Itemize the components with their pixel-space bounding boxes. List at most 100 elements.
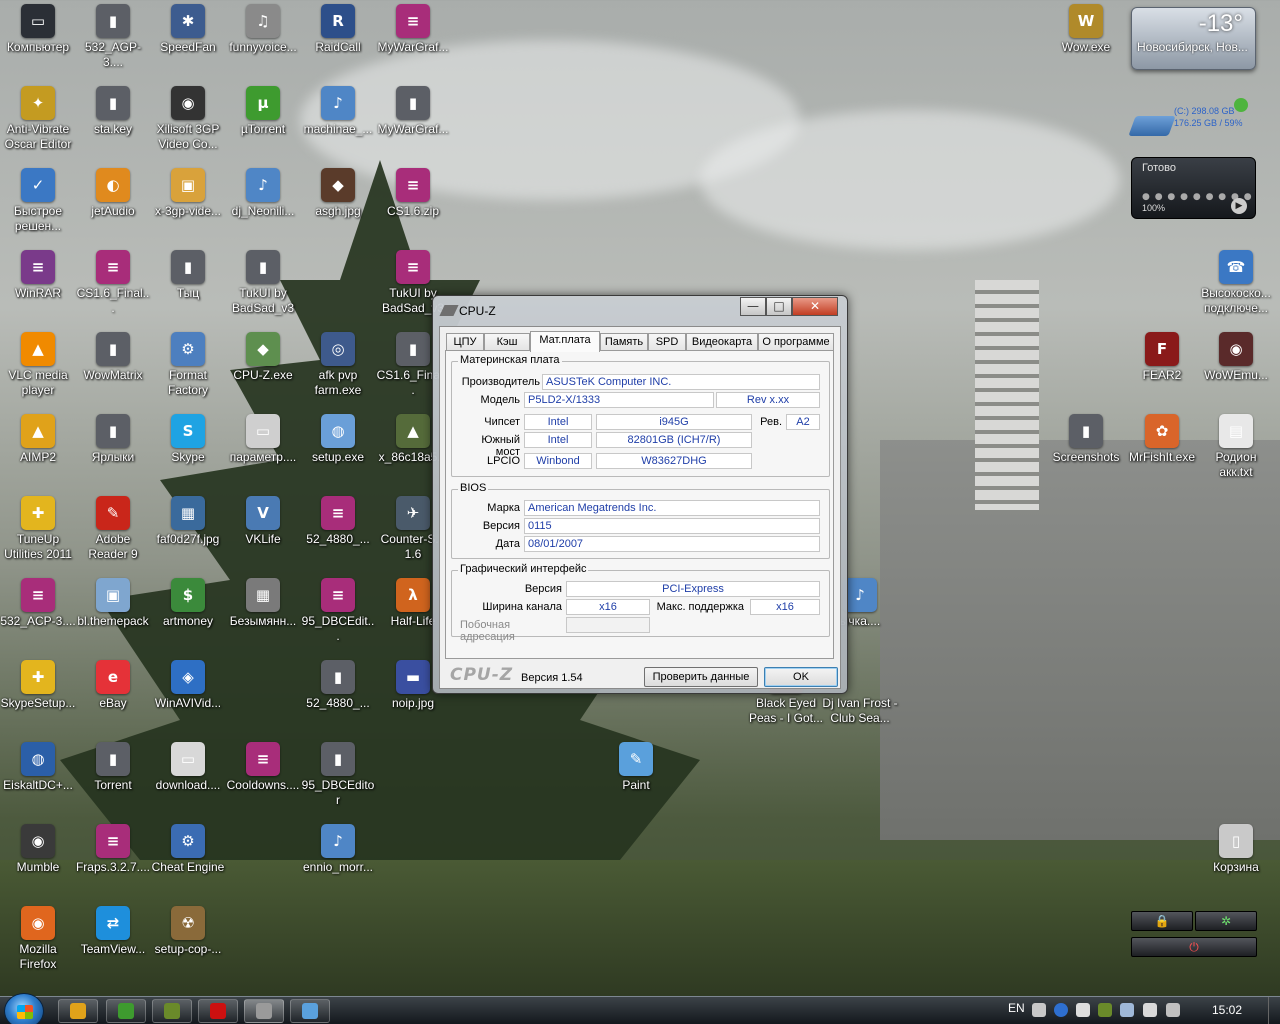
desktop-icon[interactable]: ▲ VLC media player bbox=[0, 332, 76, 398]
desktop-icon[interactable]: ◉ Mozilla Firefox bbox=[0, 906, 76, 972]
desktop-icon[interactable]: ◐ jetAudio bbox=[75, 168, 151, 219]
keyboard-icon[interactable] bbox=[1032, 1003, 1046, 1017]
battery-icon[interactable] bbox=[1166, 1003, 1180, 1017]
desktop-icon[interactable]: ◉ Mumble bbox=[0, 824, 76, 875]
minimize-button[interactable]: — bbox=[740, 297, 766, 316]
drive-gadget[interactable]: (C:) 298.08 GB 176.25 GB / 59% bbox=[1128, 98, 1258, 142]
desktop-icon[interactable]: ✱ SpeedFan bbox=[150, 4, 226, 55]
desktop-icon[interactable]: ⚙ Cheat Engine bbox=[150, 824, 226, 875]
desktop-icon[interactable]: ✎ Adobe Reader 9 bbox=[75, 496, 151, 562]
desktop-icon[interactable]: ▭ download.... bbox=[150, 742, 226, 793]
desktop-icon[interactable]: ≡ Fraps.3.2.7.... bbox=[75, 824, 151, 875]
desktop-icon[interactable]: ▤ Родион акк.txt bbox=[1198, 414, 1274, 480]
desktop-icon[interactable]: ♪ machinae_... bbox=[300, 86, 376, 137]
desktop-icon[interactable]: ◉ Xilisoft 3GP Video Co... bbox=[150, 86, 226, 152]
help-icon[interactable] bbox=[1054, 1003, 1068, 1017]
desktop-icon[interactable]: ◍ EiskaltDC+... bbox=[0, 742, 76, 793]
desktop-icon[interactable]: ⚙ Format Factory bbox=[150, 332, 226, 398]
clock[interactable]: 15:02 bbox=[1212, 1003, 1242, 1017]
desktop-icon[interactable]: ≡ Cooldowns.... bbox=[225, 742, 301, 793]
desktop-icon[interactable]: ◎ afk pvp farm.exe bbox=[300, 332, 376, 398]
desktop-icon[interactable]: ▮ Torrent bbox=[75, 742, 151, 793]
play-icon[interactable]: ▶ bbox=[1231, 198, 1247, 214]
taskbar-button-media-player[interactable] bbox=[58, 999, 98, 1023]
desktop-icon[interactable]: ◍ setup.exe bbox=[300, 414, 376, 465]
desktop-icon[interactable]: ◆ asgh.jpg bbox=[300, 168, 376, 219]
desktop-icon[interactable]: e eBay bbox=[75, 660, 151, 711]
desktop-icon[interactable]: ≡ CS1.6.zip bbox=[375, 168, 451, 219]
tab-memory[interactable]: Память bbox=[600, 333, 648, 351]
desktop-icon[interactable]: ◆ CPU-Z.exe bbox=[225, 332, 301, 383]
taskbar-button-opera[interactable] bbox=[198, 999, 238, 1023]
desktop-icon[interactable]: ≡ CS1.6_Final... bbox=[75, 250, 151, 316]
desktop-icon[interactable]: ▮ Ярлыки bbox=[75, 414, 151, 465]
desktop-icon[interactable]: ♪ dj_Neonili... bbox=[225, 168, 301, 219]
desktop-icon[interactable]: ♪ ennio_morr... bbox=[300, 824, 376, 875]
desktop-icon[interactable]: ▮ 532_AGP-3.... bbox=[75, 4, 151, 70]
desktop-icon[interactable]: ▮ 52_4880_... bbox=[300, 660, 376, 711]
lock-button[interactable]: 🔒 bbox=[1131, 911, 1193, 931]
desktop-icon[interactable]: ◉ WoWEmu... bbox=[1198, 332, 1274, 383]
desktop-icon[interactable]: ⇄ TeamView... bbox=[75, 906, 151, 957]
desktop-icon[interactable]: W Wow.exe bbox=[1048, 4, 1124, 55]
close-button[interactable]: ✕ bbox=[792, 297, 838, 316]
tab-about[interactable]: О программе bbox=[758, 333, 834, 351]
desktop-icon[interactable]: µ µTorrent bbox=[225, 86, 301, 137]
desktop-icon[interactable]: $ artmoney bbox=[150, 578, 226, 629]
desktop-icon[interactable]: ▮ Тыц bbox=[150, 250, 226, 301]
tab-spd[interactable]: SPD bbox=[648, 333, 686, 351]
desktop-icon[interactable]: ▣ bl.themepack bbox=[75, 578, 151, 629]
desktop-icon[interactable]: ▮ MyWarGraf... bbox=[375, 86, 451, 137]
desktop-icon[interactable]: ▦ Безымянн... bbox=[225, 578, 301, 629]
desktop-icon[interactable]: S Skype bbox=[150, 414, 226, 465]
restart-button[interactable]: ✲ bbox=[1195, 911, 1257, 931]
desktop-icon[interactable]: F FEAR2 bbox=[1124, 332, 1200, 383]
desktop-icon[interactable]: ≡ 532_ACP-3.... bbox=[0, 578, 76, 629]
desktop-icon[interactable]: ≡ MyWarGraf... bbox=[375, 4, 451, 55]
desktop-icon[interactable]: ▭ Компьютер bbox=[0, 4, 76, 55]
desktop-icon[interactable]: ▦ faf0d27f.jpg bbox=[150, 496, 226, 547]
desktop-icon[interactable]: ◈ WinAVIVid... bbox=[150, 660, 226, 711]
desktop-icon[interactable]: ☢ setup-cop-... bbox=[150, 906, 226, 957]
start-button[interactable] bbox=[4, 993, 44, 1024]
desktop-icon[interactable]: ▲ AIMP2 bbox=[0, 414, 76, 465]
language-indicator[interactable]: EN bbox=[1008, 1001, 1025, 1015]
tab-cache[interactable]: Кэш bbox=[484, 333, 530, 351]
desktop-icon[interactable]: ▣ x-3gp-vide... bbox=[150, 168, 226, 219]
network-icon[interactable] bbox=[1120, 1003, 1134, 1017]
power-button[interactable]: ⏻ bbox=[1131, 937, 1257, 957]
desktop-icon[interactable]: ▮ TukUI by BadSad_v3 bbox=[225, 250, 301, 316]
desktop-icon[interactable]: ✎ Paint bbox=[598, 742, 674, 793]
maximize-button[interactable]: □ bbox=[766, 297, 792, 316]
desktop-icon[interactable]: ✿ MrFishIt.exe bbox=[1124, 414, 1200, 465]
desktop-icon[interactable]: ♫ funnyvoice... bbox=[225, 4, 301, 55]
show-desktop-button[interactable] bbox=[1268, 997, 1280, 1024]
media-volume[interactable]: 100% bbox=[1142, 203, 1165, 213]
tab-mainboard[interactable]: Мат.плата bbox=[530, 331, 600, 352]
weather-gadget[interactable]: -13° Новосибирск, Нов... bbox=[1131, 7, 1256, 70]
tab-graphics[interactable]: Видеокарта bbox=[686, 333, 758, 351]
desktop-icon[interactable]: R RaidCall bbox=[300, 4, 376, 55]
desktop-icon[interactable]: ✚ SkypeSetup... bbox=[0, 660, 76, 711]
desktop-icon[interactable]: ≡ 95_DBCEdit... bbox=[300, 578, 376, 644]
taskbar-button-plant[interactable] bbox=[152, 999, 192, 1023]
desktop-icon[interactable]: ▮ WowMatrix bbox=[75, 332, 151, 383]
desktop-icon[interactable]: ▮ sta.key bbox=[75, 86, 151, 137]
taskbar-button-utorrent[interactable] bbox=[106, 999, 146, 1023]
desktop-icon[interactable]: ≡ 52_4880_... bbox=[300, 496, 376, 547]
desktop-icon[interactable]: ≡ WinRAR bbox=[0, 250, 76, 301]
volume-icon[interactable] bbox=[1143, 1003, 1157, 1017]
show-hidden-icons-icon[interactable] bbox=[1076, 1003, 1090, 1017]
desktop-icon[interactable]: ▮ 95_DBCEditor bbox=[300, 742, 376, 808]
tab-cpu[interactable]: ЦПУ bbox=[446, 333, 484, 351]
desktop-icon[interactable]: V VKLife bbox=[225, 496, 301, 547]
validate-button[interactable]: Проверить данные bbox=[644, 667, 758, 687]
taskbar-button-cpu-z[interactable] bbox=[244, 999, 284, 1023]
ok-button[interactable]: OK bbox=[764, 667, 838, 687]
desktop-icon[interactable]: ▭ параметр.... bbox=[225, 414, 301, 465]
desktop-icon[interactable]: ✚ TuneUp Utilities 2011 bbox=[0, 496, 76, 562]
desktop-icon[interactable]: ✦ Anti-Vibrate Oscar Editor bbox=[0, 86, 76, 152]
desktop-icon[interactable]: ☎ Высокоско... подключе... bbox=[1198, 250, 1274, 316]
desktop-icon[interactable]: ▯ Корзина bbox=[1198, 824, 1274, 875]
taskbar-button-paint[interactable] bbox=[290, 999, 330, 1023]
